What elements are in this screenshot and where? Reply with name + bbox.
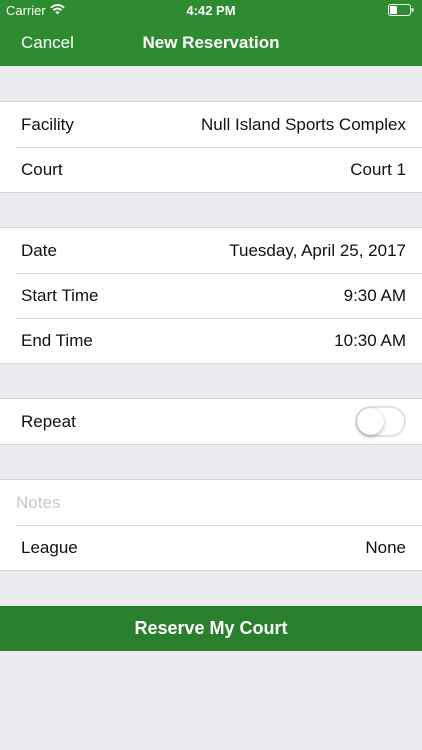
start-time-row[interactable]: Start Time 9:30 AM [0,273,422,318]
app-header: Carrier 4:42 PM Cancel New Reservation [0,0,422,66]
battery-icon [388,4,414,19]
repeat-section: Repeat [0,398,422,445]
facility-label: Facility [21,114,74,134]
page-title: New Reservation [142,33,280,52]
league-row[interactable]: League None [0,525,422,570]
end-time-value: 10:30 AM [334,330,406,350]
start-time-label: Start Time [21,285,99,305]
status-time: 4:42 PM [186,3,236,18]
notes-input[interactable] [16,492,406,513]
status-bar: Carrier 4:42 PM [0,0,422,22]
court-value: Court 1 [350,159,406,179]
schedule-section: Date Tuesday, April 25, 2017 Start Time … [0,227,422,364]
start-time-value: 9:30 AM [343,285,406,305]
repeat-row: Repeat [0,399,422,444]
extras-section: League None [0,479,422,571]
end-time-label: End Time [21,330,93,350]
date-row[interactable]: Date Tuesday, April 25, 2017 [0,228,422,273]
notes-row [0,480,422,525]
repeat-label: Repeat [21,411,76,431]
location-section: Facility Null Island Sports Complex Cour… [0,101,422,193]
date-value: Tuesday, April 25, 2017 [229,240,406,260]
league-label: League [21,537,78,557]
toggle-knob [357,408,384,435]
league-value: None [365,537,406,557]
facility-row[interactable]: Facility Null Island Sports Complex [0,102,422,147]
facility-value: Null Island Sports Complex [200,114,406,134]
repeat-toggle[interactable] [355,406,406,437]
date-label: Date [21,240,57,260]
end-time-row[interactable]: End Time 10:30 AM [0,318,422,363]
court-label: Court [21,159,63,179]
court-row[interactable]: Court Court 1 [0,147,422,192]
reserve-button[interactable]: Reserve My Court [0,606,422,651]
nav-bar: Cancel New Reservation [0,22,422,66]
